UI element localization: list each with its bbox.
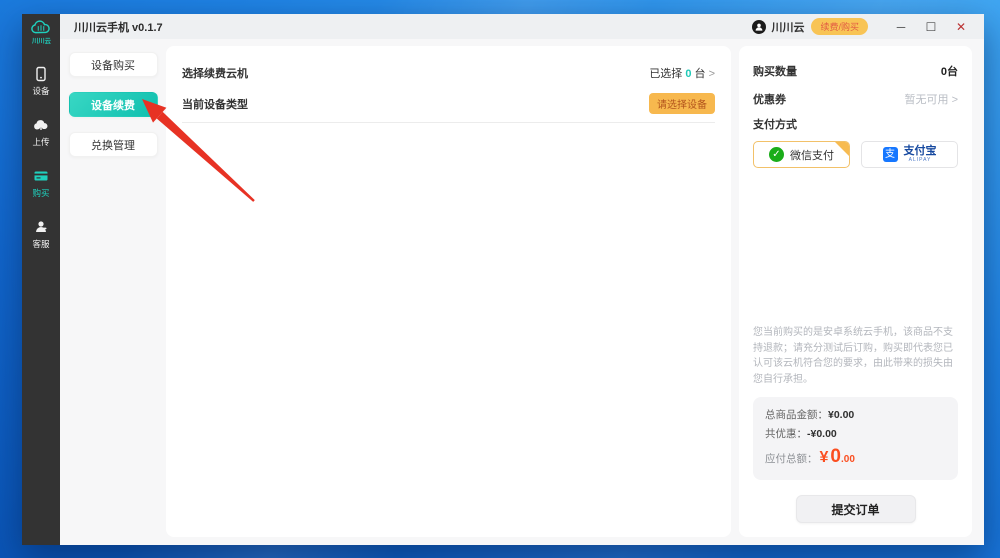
discount-line: 共优惠：-¥0.00 [765,426,946,441]
close-button[interactable]: ✕ [946,20,976,34]
selected-corner-mark [835,142,849,156]
menu-item-device-renew[interactable]: 设备续费 [69,92,158,117]
coupon-value: 暂无可用 > [905,91,958,107]
select-cloud-machine-label: 选择续费云机 [182,65,248,81]
coupon-label: 优惠券 [753,91,786,107]
chevron-right-icon: > [709,68,715,80]
sidebar-item-upload[interactable]: 上传 [32,116,50,148]
menu-item-redeem-manage[interactable]: 兑换管理 [69,132,158,157]
titlebar: 川川云手机 v0.1.7 川川云 续费/购买 ─ ☐ ✕ [60,14,984,39]
titlebar-right: 川川云 续费/购买 ─ ☐ ✕ [752,18,976,35]
purchase-menu: 设备购买 设备续费 兑换管理 [60,46,166,537]
sidebar-item-label: 购买 [32,186,49,198]
upload-cloud-icon [32,116,49,133]
spacer [753,168,958,325]
alipay-label: 支付宝 [904,146,937,157]
alipay-label-group: 支付宝 ALIPAY [904,146,937,163]
renew-purchase-badge[interactable]: 续费/购买 [811,18,868,35]
sidebar-item-purchase[interactable]: 购买 [32,167,50,199]
payable-decimal: .00 [841,454,855,465]
window-title: 川川云手机 v0.1.7 [74,19,163,35]
quantity-label: 购买数量 [753,63,797,79]
sidebar-item-support[interactable]: 客服 [32,218,50,250]
menu-item-device-purchase[interactable]: 设备购买 [69,52,158,77]
wechat-pay-icon: ✓ [769,147,784,162]
coupon-row[interactable]: 优惠券 暂无可用 > [753,85,958,113]
sidebar-item-devices[interactable]: 设备 [32,65,50,97]
cloud-logo-icon [30,20,52,36]
payable-line: 应付总额： ¥ 0 .00 [765,446,946,468]
logo-text: 川川云 [32,37,51,46]
sidebar-item-label: 设备 [32,84,49,96]
total-amount-line: 总商品金额：¥0.00 [765,407,946,422]
select-cloud-machine-row[interactable]: 选择续费云机 已选择 0 台> [182,57,715,88]
user-name: 川川云 [771,19,804,35]
select-device-badge[interactable]: 请选择设备 [649,93,715,114]
wechat-pay-option[interactable]: ✓ 微信支付 [753,141,850,168]
user-avatar[interactable] [752,20,766,34]
renew-main-panel: 选择续费云机 已选择 0 台> 当前设备类型 请选择设备 [166,46,731,537]
sidebar-item-label: 客服 [32,237,49,249]
sidebar: 川川云 设备 上传 [22,14,60,545]
purchase-card-icon [32,167,49,184]
customer-service-icon [32,218,49,235]
device-type-row: 当前设备类型 请选择设备 [182,88,715,119]
purchase-disclaimer: 您当前购买的是安卓系统云手机，该商品不支持退款；请充分测试后订购，购买即代表您已… [753,325,958,387]
payment-method-label: 支付方式 [753,116,958,132]
wechat-pay-label: 微信支付 [790,147,834,163]
minimize-button[interactable]: ─ [886,20,916,34]
app-logo: 川川云 [30,20,52,46]
order-summary-panel: 购买数量 0台 优惠券 暂无可用 > 支付方式 ✓ 微信支付 支 [739,46,972,537]
alipay-icon: 支 [883,147,898,162]
payable-integer: 0 [830,446,841,468]
alipay-sub-label: ALIPAY [909,158,932,163]
alipay-option[interactable]: 支 支付宝 ALIPAY [861,141,958,168]
payment-options: ✓ 微信支付 支 支付宝 ALIPAY [753,141,958,168]
sidebar-item-label: 上传 [32,135,49,147]
quantity-value: 0台 [941,63,958,79]
total-amount-value: ¥0.00 [828,409,854,421]
totals-box: 总商品金额：¥0.00 共优惠：-¥0.00 应付总额： ¥ 0 .00 [753,397,958,480]
selected-count: 已选择 0 台> [649,65,715,81]
divider [182,122,715,123]
payable-currency: ¥ [820,449,829,467]
content-area: 设备购买 设备续费 兑换管理 选择续费云机 已选择 0 台> 当前设备类型 请选… [60,39,984,545]
quantity-row: 购买数量 0台 [753,57,958,85]
device-type-label: 当前设备类型 [182,96,248,112]
discount-value: -¥0.00 [807,428,837,440]
payable-label: 应付总额： [765,451,818,466]
window-right-column: 川川云手机 v0.1.7 川川云 续费/购买 ─ ☐ ✕ 设备购买 设备续费 兑… [60,14,984,545]
maximize-button[interactable]: ☐ [916,20,946,34]
device-phone-icon [32,65,49,82]
submit-order-button[interactable]: 提交订单 [796,495,916,523]
app-window: 川川云 设备 上传 [22,14,984,545]
